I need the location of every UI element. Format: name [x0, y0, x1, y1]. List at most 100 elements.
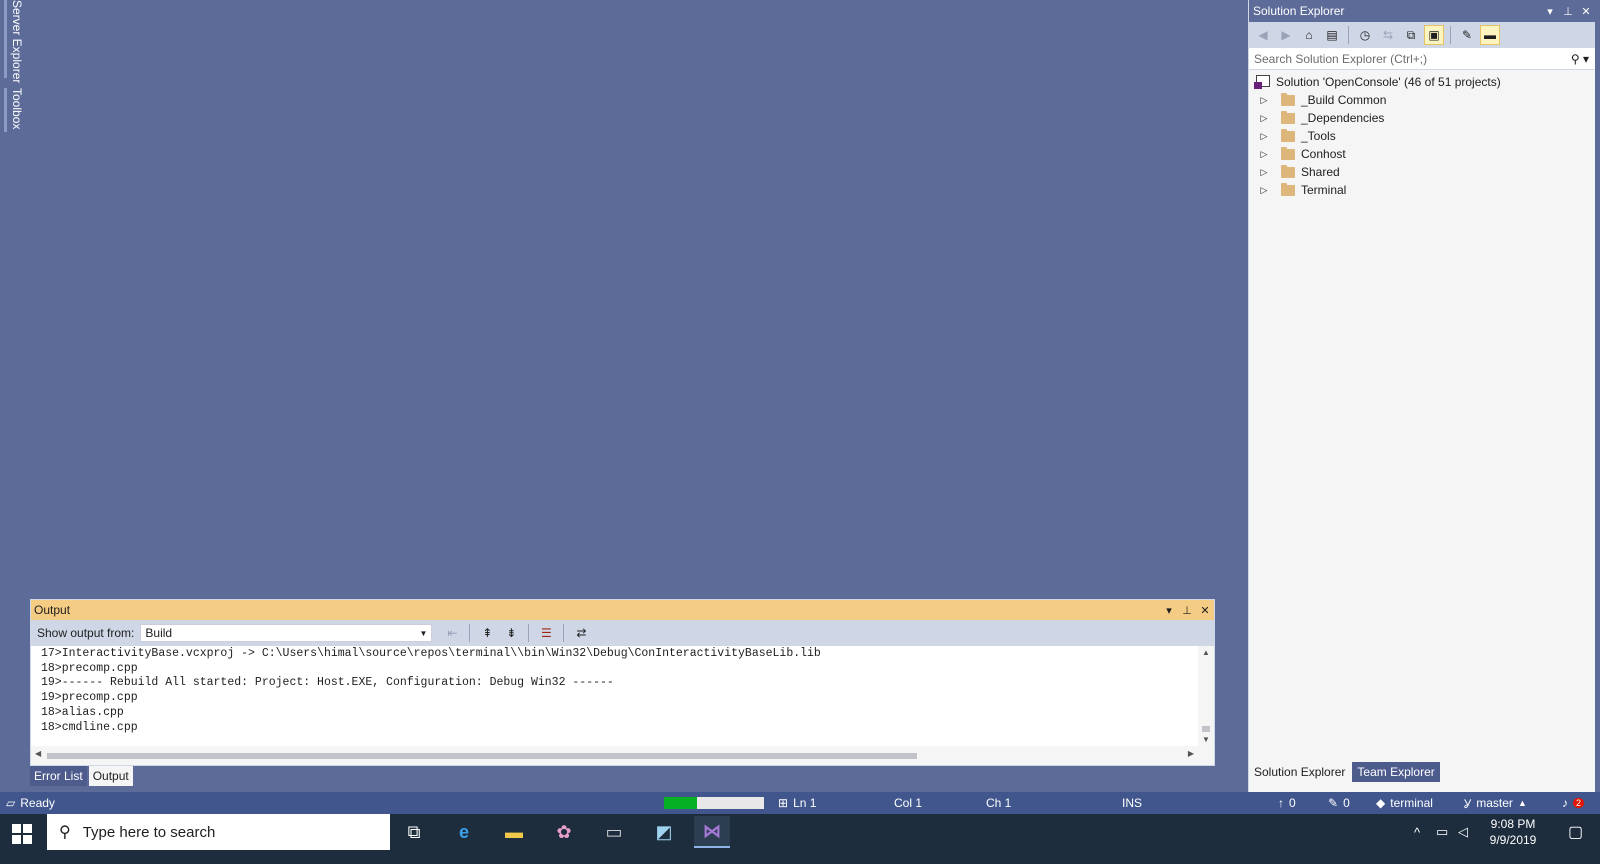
scroll-right-icon[interactable]: ▶: [1188, 749, 1194, 758]
output-line: 18>cmdline.cpp: [41, 720, 138, 734]
terminal-app-icon[interactable]: ▭: [596, 816, 632, 848]
pin-icon[interactable]: ⊥: [1559, 2, 1577, 20]
folder-label: Terminal: [1301, 183, 1347, 197]
expand-arrow-icon[interactable]: ▷: [1257, 131, 1271, 142]
tab-solution-explorer[interactable]: Solution Explorer: [1249, 762, 1351, 782]
output-text-area[interactable]: 17>InteractivityBase.vcxproj -> C:\Users…: [31, 646, 1198, 746]
side-tool-rail: Server Explorer Toolbox: [0, 0, 26, 812]
show-all-files-icon[interactable]: ▣: [1424, 25, 1444, 45]
output-panel: Output ▾ ⊥ ✕ Show output from: Build ▼ ⇤…: [30, 599, 1215, 766]
column-label: Col 1: [894, 796, 923, 810]
switch-views-icon[interactable]: ▤: [1322, 25, 1342, 45]
output-toolbar: Show output from: Build ▼ ⇤ ⇞ ⇟ ☰ ⇄: [31, 620, 1214, 646]
bottom-panel-tabs: Error List Output: [30, 766, 135, 786]
branch-indicator[interactable]: Ỿ master ▲: [1464, 792, 1527, 814]
output-source-select[interactable]: Build ▼: [140, 624, 433, 642]
scroll-left-icon[interactable]: ◀: [35, 749, 41, 758]
solution-explorer-toolbar: ◀ ▶ ⌂ ▤ ◷ ⇆ ⧉ ▣ ✎ ▬: [1249, 22, 1595, 48]
window-position-icon[interactable]: ▾: [1160, 601, 1178, 619]
tree-folder-shared[interactable]: ▷ Shared: [1249, 163, 1595, 181]
output-horizontal-scrollbar[interactable]: ◀ ▶: [31, 749, 1214, 763]
pin-icon[interactable]: ⊥: [1178, 601, 1196, 619]
tab-error-list[interactable]: Error List: [30, 766, 87, 786]
windows-taskbar: ⚲ Type here to search ⧉ e ▬ ✿ ▭ ◩ ⋈ ^ ▭ …: [0, 814, 1600, 864]
pending-changes-filter-icon[interactable]: ◷: [1355, 25, 1375, 45]
line-indicator[interactable]: ⊞ Ln 1: [778, 792, 816, 814]
scroll-thumb[interactable]: [1202, 726, 1210, 732]
output-vertical-scrollbar[interactable]: ▲ ▼: [1198, 646, 1214, 746]
toolbox-tab[interactable]: Toolbox: [4, 88, 24, 132]
scroll-up-icon[interactable]: ▲: [1198, 648, 1214, 657]
solution-search-input[interactable]: [1254, 51, 1571, 66]
repository-indicator[interactable]: ◆ terminal: [1376, 792, 1433, 814]
column-indicator[interactable]: Col 1: [894, 792, 922, 814]
tree-folder-tools[interactable]: ▷ _Tools: [1249, 127, 1595, 145]
pending-edits-count: 0: [1343, 796, 1350, 810]
close-icon[interactable]: ✕: [1196, 601, 1214, 619]
notification-count: 2: [1573, 798, 1585, 808]
windows-start-icon[interactable]: [12, 824, 32, 844]
output-title: Output: [34, 603, 71, 617]
pending-edits-indicator[interactable]: ✎ 0: [1328, 792, 1350, 814]
file-explorer-icon[interactable]: ▬: [496, 816, 532, 848]
taskbar-search-box[interactable]: ⚲ Type here to search: [47, 814, 390, 850]
folder-icon: [1281, 92, 1295, 106]
network-icon[interactable]: ▭: [1436, 814, 1448, 850]
expand-arrow-icon[interactable]: ▷: [1257, 149, 1271, 160]
notes-app-icon[interactable]: ◩: [646, 816, 682, 848]
expand-arrow-icon[interactable]: ▷: [1257, 113, 1271, 124]
expand-arrow-icon[interactable]: ▷: [1257, 185, 1271, 196]
volume-muted-icon[interactable]: ◁: [1458, 814, 1468, 850]
tray-expand-icon[interactable]: ^: [1414, 814, 1420, 850]
find-message-icon[interactable]: ⇤: [442, 623, 462, 643]
notifications-indicator[interactable]: ♪ 2: [1562, 792, 1585, 814]
tree-folder-terminal[interactable]: ▷ Terminal: [1249, 181, 1595, 199]
scroll-thumb[interactable]: [47, 753, 917, 759]
word-wrap-icon[interactable]: ⇄: [571, 623, 591, 643]
action-center-icon[interactable]: ▢: [1568, 814, 1583, 850]
output-line: 19>------ Rebuild All started: Project: …: [41, 676, 614, 690]
properties-wrench-icon[interactable]: ✎: [1457, 25, 1477, 45]
expand-arrow-icon[interactable]: ▷: [1257, 167, 1271, 178]
folder-icon: [1281, 128, 1295, 142]
system-clock[interactable]: 9:08 PM 9/9/2019: [1470, 816, 1556, 848]
forward-icon[interactable]: ▶: [1276, 25, 1296, 45]
folder-label: _Build Common: [1301, 93, 1387, 107]
ready-icon: ▱: [6, 796, 16, 810]
previous-message-icon[interactable]: ⇞: [477, 623, 497, 643]
search-icon[interactable]: ⚲ ▾: [1571, 52, 1595, 66]
close-icon[interactable]: ✕: [1577, 2, 1595, 20]
repository-name: terminal: [1390, 796, 1433, 810]
toolbar-separator: [563, 624, 565, 642]
collapse-all-icon[interactable]: ⧉: [1401, 25, 1421, 45]
preview-selected-icon[interactable]: ▬: [1480, 25, 1500, 45]
tab-output[interactable]: Output: [88, 766, 133, 786]
window-position-icon[interactable]: ▾: [1541, 2, 1559, 20]
arrow-up-icon: ↑: [1278, 796, 1284, 810]
output-line: 18>alias.cpp: [41, 705, 124, 719]
solution-root-node[interactable]: Solution 'OpenConsole' (46 of 51 project…: [1249, 73, 1595, 91]
pending-push-indicator[interactable]: ↑ 0: [1278, 792, 1296, 814]
server-explorer-tab[interactable]: Server Explorer: [4, 0, 24, 83]
expand-arrow-icon[interactable]: ▷: [1257, 95, 1271, 106]
back-icon[interactable]: ◀: [1253, 25, 1273, 45]
char-indicator[interactable]: Ch 1: [986, 792, 1011, 814]
paint-app-icon[interactable]: ✿: [546, 816, 582, 848]
insert-mode-indicator[interactable]: INS: [1122, 792, 1142, 814]
task-view-icon[interactable]: ⧉: [396, 816, 432, 848]
sync-with-document-icon[interactable]: ⇆: [1378, 25, 1398, 45]
home-icon[interactable]: ⌂: [1299, 25, 1319, 45]
next-message-icon[interactable]: ⇟: [501, 623, 521, 643]
tree-folder-build-common[interactable]: ▷ _Build Common: [1249, 91, 1595, 109]
scroll-down-icon[interactable]: ▼: [1198, 735, 1214, 744]
output-titlebar: Output ▾ ⊥ ✕: [31, 600, 1214, 620]
edge-browser-icon[interactable]: e: [446, 816, 482, 848]
visual-studio-icon[interactable]: ⋈: [694, 816, 730, 848]
toolbar-separator: [528, 624, 530, 642]
tab-team-explorer[interactable]: Team Explorer: [1352, 762, 1440, 782]
folder-icon: [1281, 164, 1295, 178]
clear-all-icon[interactable]: ☰: [536, 623, 556, 643]
folder-label: _Tools: [1301, 129, 1336, 143]
tree-folder-dependencies[interactable]: ▷ _Dependencies: [1249, 109, 1595, 127]
tree-folder-conhost[interactable]: ▷ Conhost: [1249, 145, 1595, 163]
